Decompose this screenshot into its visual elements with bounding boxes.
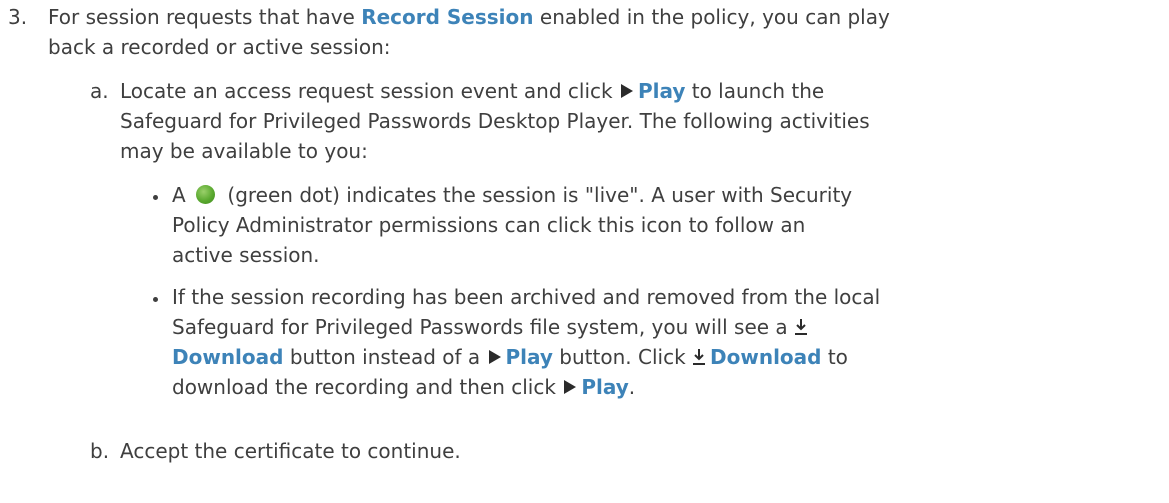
step-3-marker: 3. xyxy=(8,5,28,29)
green-dot-icon xyxy=(196,185,216,204)
bullet-1-line-2: Policy Administrator permissions can cli… xyxy=(172,213,806,237)
bullet-1-line-1: A (green dot) indicates the session is "… xyxy=(172,183,853,207)
bullet-marker xyxy=(153,195,158,200)
sub-a-line-1: Locate an access request session event a… xyxy=(120,79,825,103)
play-label: Play xyxy=(505,345,553,369)
bullet-2-line-2: Safeguard for Privileged Passwords file … xyxy=(172,312,812,342)
bullet-marker xyxy=(153,297,158,302)
step-3-line-1: For session requests that have Record Se… xyxy=(48,5,890,29)
play-label: Play xyxy=(637,79,686,103)
play-icon xyxy=(564,380,577,394)
download-icon xyxy=(795,318,808,335)
document-page: 3. For session requests that have Record… xyxy=(0,0,1169,503)
download-icon xyxy=(693,348,706,365)
download-label: Download xyxy=(172,345,284,369)
play-icon xyxy=(620,84,633,98)
play-icon xyxy=(488,350,501,364)
bullet-2-line-4: download the recording and then click Pl… xyxy=(172,375,636,399)
sub-b-marker: b. xyxy=(90,439,110,463)
step-3-line-2: back a recorded or active session: xyxy=(48,35,391,59)
sub-a-line-2: Safeguard for Privileged Passwords Deskt… xyxy=(120,109,870,133)
download-label: Download xyxy=(710,345,822,369)
bullet-2-line-3: Download button instead of a Play button… xyxy=(172,345,848,369)
sub-a-marker: a. xyxy=(90,79,109,103)
bullet-1-line-3: active session. xyxy=(172,243,320,267)
sub-b-text: Accept the certificate to continue. xyxy=(120,439,461,463)
bullet-2-line-1: If the session recording has been archiv… xyxy=(172,285,881,309)
record-session-term: Record Session xyxy=(361,5,534,29)
sub-a-line-3: may be available to you: xyxy=(120,139,368,163)
play-label: Play xyxy=(581,375,629,399)
